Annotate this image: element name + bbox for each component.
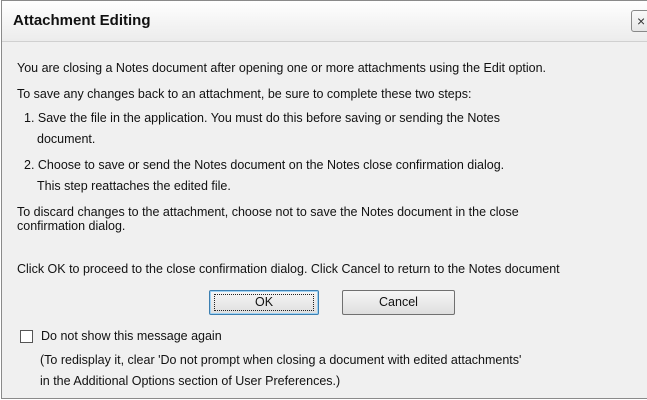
cancel-button[interactable]: Cancel bbox=[342, 290, 455, 315]
step-2-text: 2. Choose to save or send the Notes docu… bbox=[24, 158, 505, 172]
discard-text: To discard changes to the attachment, ch… bbox=[17, 205, 519, 219]
dialog-title: Attachment Editing bbox=[13, 12, 151, 29]
title-bar: Attachment Editing × bbox=[2, 1, 647, 42]
ok-button[interactable]: OK bbox=[209, 290, 319, 315]
ok-button-label: OK bbox=[254, 295, 274, 309]
intro-text: You are closing a Notes document after o… bbox=[17, 61, 547, 75]
close-icon: × bbox=[637, 13, 646, 29]
step-1-text: 1. Save the file in the application. You… bbox=[24, 111, 501, 125]
redisplay-note: (To redisplay it, clear 'Do not prompt w… bbox=[40, 353, 522, 367]
dont-show-again-label[interactable]: Do not show this message again bbox=[41, 329, 222, 344]
steps-intro-text: To save any changes back to an attachmen… bbox=[17, 87, 472, 101]
step-2-continuation: This step reattaches the edited file. bbox=[37, 179, 231, 193]
dont-show-again-checkbox[interactable] bbox=[20, 330, 33, 343]
discard-continuation: confirmation dialog. bbox=[17, 219, 126, 233]
close-button[interactable]: × bbox=[631, 10, 647, 32]
step-1-continuation: document. bbox=[37, 132, 96, 146]
attachment-editing-dialog: Attachment Editing × You are closing a N… bbox=[1, 0, 647, 399]
redisplay-note-continuation: in the Additional Options section of Use… bbox=[40, 374, 341, 388]
cancel-button-label: Cancel bbox=[379, 295, 418, 309]
proceed-text: Click OK to proceed to the close confirm… bbox=[17, 262, 560, 276]
